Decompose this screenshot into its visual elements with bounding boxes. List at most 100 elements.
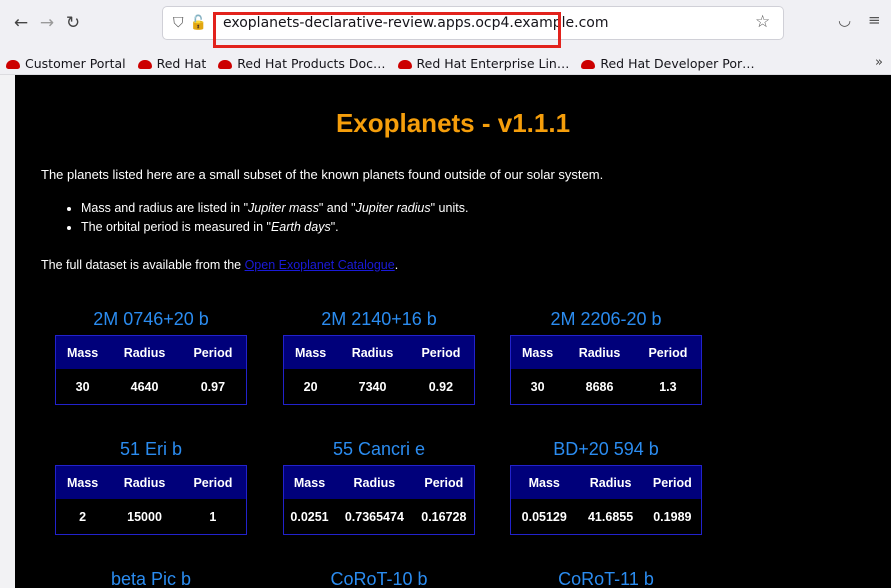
period-header: Period	[179, 465, 247, 499]
menu-button[interactable]: ≡	[868, 11, 881, 29]
forward-arrow-icon: →	[39, 12, 55, 33]
mass-header: Mass	[283, 335, 338, 369]
period-cell: 1	[179, 499, 247, 535]
back-arrow-icon: ←	[13, 12, 29, 33]
connection-icon[interactable]: 🔓	[190, 15, 207, 31]
pocket-button[interactable]: ◡	[838, 11, 851, 29]
forward-button[interactable]: →	[34, 10, 60, 36]
table-header-row: Mass Radius Period	[283, 465, 475, 499]
dataset-note: The full dataset is available from the O…	[41, 258, 399, 272]
radius-header: Radius	[109, 465, 180, 499]
mass-header: Mass	[55, 465, 110, 499]
planet-name: beta Pic b	[110, 569, 192, 588]
tracking-shield-icon[interactable]: ⛉	[173, 15, 184, 31]
back-button[interactable]: ←	[8, 10, 34, 36]
planet-name: 2M 2206-20 b	[550, 309, 662, 329]
redhat-icon	[218, 59, 233, 69]
period-header: Period	[179, 335, 247, 369]
planet-name: CoRoT-11 b	[558, 569, 654, 588]
planet-name: 2M 2140+16 b	[321, 309, 437, 329]
mass-cell: 2	[55, 499, 110, 535]
mass-header: Mass	[510, 335, 565, 369]
planet-card: 2M 0746+20 b Mass Radius Period 30 4640 0.97	[55, 307, 247, 405]
table-row: 30 4640 0.97	[55, 369, 247, 405]
planet-name: 51 Eri b	[119, 439, 183, 459]
pocket-icon: ◡	[838, 11, 852, 29]
radius-header: Radius	[335, 465, 414, 499]
table-header-row: Mass Radius Period	[55, 465, 247, 499]
planet-card: 51 Eri b Mass Radius Period 2 15000 1	[55, 437, 247, 535]
period-cell: 0.1989	[643, 499, 702, 535]
planet-table: Mass Radius Period 0.0251 0.7365474 0.16728	[283, 465, 475, 535]
mass-cell: 30	[55, 369, 110, 405]
url-icons: ⛉ 🔓	[163, 7, 207, 39]
radius-cell: 41.6855	[577, 499, 644, 535]
radius-header: Radius	[337, 335, 408, 369]
planet-name: 55 Cancri e	[332, 439, 426, 459]
intro-text: The planets listed here are a small subs…	[41, 167, 604, 182]
bookmark-red-hat[interactable]: Red Hat	[137, 56, 206, 71]
list-item: The orbital period is measured in "Earth…	[81, 220, 468, 234]
table-row: 30 8686 1.3	[510, 369, 702, 405]
planet-table: Mass Radius Period 30 8686 1.3	[510, 335, 702, 405]
period-header: Period	[634, 335, 702, 369]
period-header: Period	[407, 335, 475, 369]
url-highlight-box	[213, 12, 561, 48]
mass-cell: 20	[283, 369, 338, 405]
bookmark-red-hat-products-doc[interactable]: Red Hat Products Doc…	[218, 56, 386, 71]
radius-cell: 4640	[109, 369, 180, 405]
table-row: 20 7340 0.92	[283, 369, 475, 405]
period-header: Period	[413, 465, 475, 499]
bookmarks-overflow-icon[interactable]: »	[875, 55, 883, 70]
table-row: 2 15000 1	[55, 499, 247, 535]
radius-header: Radius	[109, 335, 180, 369]
mass-cell: 30	[510, 369, 565, 405]
redhat-icon	[137, 59, 152, 69]
planet-table: Mass Radius Period 20 7340 0.92	[283, 335, 475, 405]
mass-header: Mass	[510, 465, 578, 499]
planet-card: BD+20 594 b Mass Radius Period 0.05129 41.685…	[510, 437, 702, 535]
page-viewport: Exoplanets - v1.1.1 The planets listed h…	[15, 75, 891, 588]
bookmark-red-hat-developer-portal[interactable]: Red Hat Developer Por…	[581, 56, 755, 71]
page-title: Exoplanets - v1.1.1	[335, 108, 571, 138]
reload-icon: ↻	[65, 12, 81, 33]
period-cell: 0.92	[407, 369, 475, 405]
radius-cell: 8686	[564, 369, 635, 405]
table-header-row: Mass Radius Period	[510, 335, 702, 369]
reload-button[interactable]: ↻	[60, 10, 86, 36]
redhat-icon	[581, 59, 596, 69]
mass-header: Mass	[55, 335, 110, 369]
planet-card: 2M 2140+16 b Mass Radius Period 20 7340 0.92	[283, 307, 475, 405]
mass-header: Mass	[283, 465, 336, 499]
planet-name: CoRoT-10 b	[330, 569, 428, 588]
mass-cell: 0.0251	[283, 499, 336, 535]
planet-card: 55 Cancri e Mass Radius Period 0.0251 0.73654…	[283, 437, 475, 535]
bookmark-red-hat-enterprise-linux[interactable]: Red Hat Enterprise Lin…	[397, 56, 569, 71]
period-cell: 0.97	[179, 369, 247, 405]
bookmarks-toolbar: Customer Portal Red Hat Red Hat Products…	[0, 52, 891, 75]
table-header-row: Mass Radius Period	[283, 335, 475, 369]
table-row: 0.0251 0.7365474 0.16728	[283, 499, 475, 535]
redhat-icon	[397, 59, 412, 69]
table-header-row: Mass Radius Period	[55, 335, 247, 369]
table-header-row: Mass Radius Period	[510, 465, 702, 499]
radius-cell: 15000	[109, 499, 180, 535]
bookmark-star-icon: ☆	[755, 12, 771, 32]
planet-card: 2M 2206-20 b Mass Radius Period 30 8686 1.3	[510, 307, 702, 405]
radius-header: Radius	[577, 465, 644, 499]
radius-header: Radius	[564, 335, 635, 369]
planet-table: Mass Radius Period 0.05129 41.6855 0.1989	[510, 465, 702, 535]
table-row: 0.05129 41.6855 0.1989	[510, 499, 702, 535]
redhat-icon	[6, 59, 20, 69]
radius-cell: 0.7365474	[335, 499, 414, 535]
info-list: Mass and radius are listed in "Jupiter m…	[65, 201, 468, 239]
bookmark-star-button[interactable]: ☆	[755, 12, 770, 32]
period-cell: 1.3	[634, 369, 702, 405]
period-cell: 0.16728	[413, 499, 475, 535]
catalogue-link[interactable]: Open Exoplanet Catalogue	[245, 258, 395, 272]
radius-cell: 7340	[337, 369, 408, 405]
planet-name: BD+20 594 b	[553, 439, 659, 459]
period-header: Period	[643, 465, 702, 499]
bookmark-customer-portal[interactable]: Customer Portal	[6, 56, 126, 71]
list-item: Mass and radius are listed in "Jupiter m…	[81, 201, 468, 215]
